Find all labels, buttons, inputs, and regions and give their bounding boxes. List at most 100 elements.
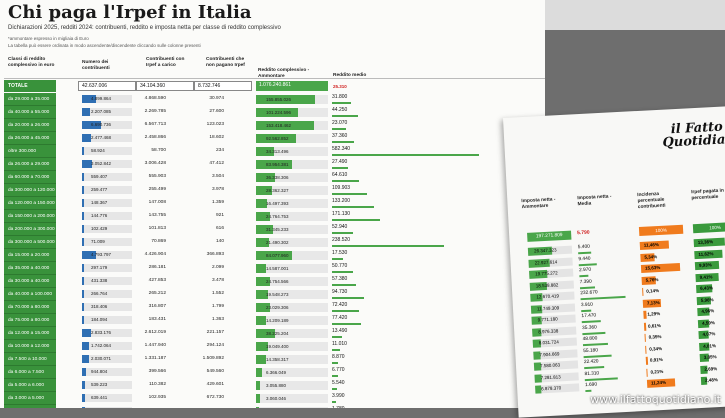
card-tax-total: 18.538.882 [535,281,559,289]
row-without-irpef: 616 [215,226,224,231]
row-income-total: 19.049.400 [266,344,289,349]
table-row: da 300.000 a 500.000 71.009 70.869 140 21.49… [4,236,545,249]
row-income-total: 3.055.880 [266,383,287,388]
table-row: da 35.000 a 40.000 297.179 286.181 2.099 14.… [4,262,545,275]
row-with-irpef: 183.431 [148,317,166,322]
card-tax-bar: 19.775.272 [529,268,574,279]
row-average-value: 72.420 [332,302,348,308]
card-incidence-bar: 0,91% [645,354,694,365]
row-count: 639.441 [91,395,108,400]
card-tax-average-value: 55.180 [583,347,599,354]
total-income: 1.076.240.861 [256,81,328,91]
card-total-avg: 5.790 [576,229,590,237]
card-tax-average-value: 5.400 [577,244,591,251]
header-without-irpef[interactable]: Contribuenti che non pagano Irpef [206,57,254,69]
tax-average-bar [581,309,592,312]
row-average-value: 8.870 [332,354,345,360]
card-total-irpef: 100% [692,221,725,234]
total-label: TOTALE [4,80,56,92]
row-income-total: 36.338.306 [266,175,289,180]
table-row: da 12.000 a 15.000 2.833.176 2.612.019 221.… [4,327,545,340]
row-without-irpef: 47.412 [209,161,224,166]
average-bar [332,362,339,364]
card-tax-average-value: 17.470 [581,313,597,320]
card-incidence: 5,76% [645,276,659,283]
row-income-bar: 16.497.393 [256,199,328,208]
table-row: da 29.000 a 35.000 4.899.864 4.868.590 30.9… [4,93,545,106]
row-count: 3.052.842 [91,161,112,166]
row-count: 2.833.176 [91,330,112,335]
row-average-value: 31.800 [332,94,348,100]
card-incidence-bar: 11,46% [639,240,688,251]
row-without-irpef: 30.974 [209,96,224,101]
amount-note: *ammontare espresso in migliaia di Euro [8,36,89,41]
row-count: 102.429 [91,226,108,231]
row-income-total: 34.313.496 [266,149,289,154]
row-income-bar: 6.366.049 [256,368,328,377]
table-row: da 20.000 a 26.000 6.690.736 6.567.713 123.… [4,119,545,132]
row-income-class: da 30.000 a 40.000 [4,275,56,288]
header-incidence[interactable]: Incidenza percentuale contribuenti [637,191,686,211]
row-income-class: da 20.000 a 26.000 [4,119,56,132]
row-income-bar: 24.754.566 [256,277,328,286]
header-income-class[interactable]: Classi di reddito complessivo in euro [8,57,72,69]
row-income-bar: 84.077.960 [256,251,328,260]
card-irpef: 9,93% [698,262,712,268]
header-taxpayer-count[interactable]: Numero dei contribuenti [82,60,130,72]
row-count: 4.899.864 [91,96,112,101]
header-irpef-percent[interactable]: Irpef pagata in percentuale [691,188,725,202]
row-income-class: da 26.000 a 45.000 [4,132,56,145]
card-incidence-bar: 0,21% [646,366,694,377]
card-irpef: 2,69% [704,365,718,372]
header-tax-average[interactable]: Imposta netta - Media [577,194,618,208]
row-income-class: da 150.000 a 200.000 [4,210,56,223]
row-income-bar: 31.345.233 [256,225,328,234]
row-without-irpef: 123.023 [206,122,224,127]
row-with-irpef: 6.567.713 [144,122,166,127]
card-tax-total: 8.976.338 [538,327,559,334]
card-incidence-bar: 11,24% [646,377,695,388]
row-count: 297.179 [91,265,108,270]
card-tax-total: 19.775.272 [535,270,558,277]
row-count: 6.690.736 [91,122,112,127]
card-tax-bar: 7.281.813 [534,371,579,383]
row-with-irpef: 58.700 [151,148,166,153]
average-bar [332,323,361,325]
card-incidence: 0,61% [647,322,661,329]
watermark: www.ilfattoquotidiano.it [590,393,721,406]
row-income-class: da 70.000 a 80.000 [4,301,56,314]
row-income-class: da 75.000 a 80.000 [4,314,56,327]
card-tax-average-value: 22.420 [583,359,599,366]
table-row: oltre 300.000 58.924 58.700 234 34.313.496 58… [4,145,545,158]
card-tax-average: 3.910 [581,302,593,312]
card-tax-average: 9.440 [578,256,597,266]
row-average-value: 57.380 [332,276,348,282]
tax-detail-card: il Fatto Quotidiano Imposta netta - Ammo… [503,105,725,418]
header-with-irpef[interactable]: Contribuenti con Irpef a carico [146,57,194,69]
total-count: 42.637.006 [78,81,136,91]
row-income-total: 23.029.306 [266,305,289,310]
average-bar [332,141,355,143]
row-income-total: 14.587.001 [266,266,289,271]
row-count: 318.406 [91,304,108,309]
row-income-average: 8.870 [332,354,345,364]
row-without-irpef: 18.602 [209,135,224,140]
card-tax-total: 7.580.063 [539,362,561,369]
card-irpef-bar: 4,07% [698,329,725,340]
tax-average-bar [581,320,601,324]
row-income-class: da 300.000 a 120.000 [4,184,56,197]
row-with-irpef: 147.008 [148,200,166,205]
row-income-bar: 19.049.400 [256,342,328,351]
row-income-average: 37.360 [332,133,355,143]
table-row: da 26.000 a 45.000 2.477.468 2.458.866 18.6… [4,132,545,145]
header-tax-total[interactable]: Imposta netta - Ammontare [521,197,566,211]
row-without-irpef: 221.157 [206,330,224,335]
card-tax-bar: 7.904.669 [533,348,578,360]
card-incidence-bar: 5,76% [641,274,689,285]
card-irpef: 6,43% [700,285,714,291]
row-income-class: da 12.000 a 15.000 [4,327,56,340]
card-irpef-bar: 9,93% [694,260,725,271]
average-bar [332,258,344,260]
table-row: da 40.000 a 55.000 2.207.085 2.269.785 27.6… [4,106,545,119]
card-tax-average-value: 48.800 [582,336,598,343]
